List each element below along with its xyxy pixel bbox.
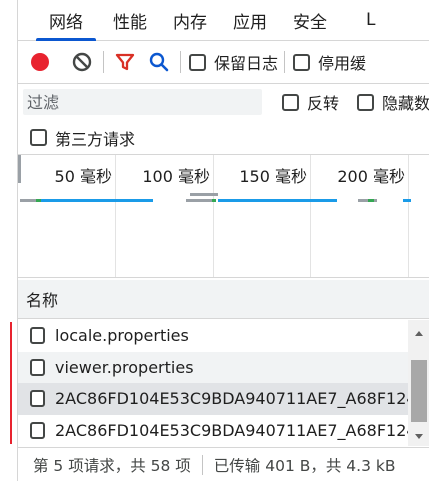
network-overview[interactable]: 50 毫秒 100 毫秒 150 毫秒 200 毫秒: [18, 155, 429, 278]
checkbox-box[interactable]: [30, 129, 47, 146]
grid-line: [115, 155, 116, 277]
toolbar-divider: [103, 51, 104, 73]
name-header-label: 名称: [26, 291, 59, 310]
timeline-bar: [358, 199, 368, 202]
request-name: 2AC86FD104E53C9BDA940711AE7_A68F124: [55, 420, 410, 440]
filter-input[interactable]: [23, 89, 262, 115]
red-selection-marker: [10, 322, 12, 444]
invert-label: 反转: [306, 94, 339, 113]
third-party-checkbox[interactable]: 第三方请求: [30, 126, 135, 150]
hide-data-urls-label: 隐藏数: [381, 94, 429, 113]
search-icon: [149, 52, 169, 72]
timeline-bar: [218, 199, 337, 202]
resource-type-icon: [30, 327, 45, 345]
disable-cache-label: 停用缓: [318, 54, 367, 73]
scroll-up-button[interactable]: [408, 324, 429, 342]
timeline-bar: [20, 199, 36, 202]
request-name: 2AC86FD104E53C9BDA940711AE7_A68F124: [55, 389, 410, 409]
tab-performance[interactable]: 性能: [100, 0, 160, 40]
record-button[interactable]: [25, 47, 55, 77]
scroll-down-arrow-icon: [415, 434, 423, 439]
request-name: locale.properties: [55, 326, 189, 346]
toolbar-divider: [284, 51, 286, 73]
network-status-bar: 第 5 项请求，共 58 项 已传输 401 B，共 4.3 kB: [18, 447, 429, 481]
invert-checkbox[interactable]: 反转: [281, 90, 339, 114]
third-party-label: 第三方请求: [55, 129, 136, 149]
grid-line: [213, 155, 214, 277]
timeline-bar: [41, 199, 153, 202]
disable-cache-checkbox[interactable]: 停用缓: [293, 50, 366, 74]
overview-drag-handle[interactable]: [18, 155, 21, 183]
timeline-tick: 150 毫秒: [239, 167, 307, 186]
request-count: 第 5 项请求，共 58 项: [33, 456, 191, 475]
filter-icon: [115, 53, 135, 71]
tab-security[interactable]: 安全: [280, 0, 340, 40]
checkbox-box[interactable]: [293, 53, 311, 71]
third-party-row: 第三方请求: [18, 121, 429, 155]
timeline-bar: [212, 199, 216, 202]
preserve-log-label: 保留日志: [214, 54, 279, 73]
resource-type-icon: [30, 390, 45, 408]
tab-network[interactable]: 网络: [32, 0, 100, 41]
name-column-header[interactable]: 名称: [18, 280, 429, 319]
request-row[interactable]: locale.properties: [18, 320, 410, 352]
filter-button[interactable]: [110, 47, 140, 77]
clear-button[interactable]: [67, 47, 97, 77]
request-list: locale.properties viewer.properties 2AC8…: [18, 320, 410, 446]
hide-data-urls-checkbox[interactable]: 隐藏数: [356, 90, 429, 114]
preserve-log-checkbox[interactable]: 保留日志: [189, 50, 278, 74]
clear-icon: [72, 52, 92, 72]
grid-line: [408, 155, 409, 277]
request-row[interactable]: viewer.properties: [18, 351, 410, 383]
toolbar-divider: [180, 51, 181, 73]
scroll-up-arrow-icon: [415, 331, 423, 336]
resource-type-icon: [30, 358, 45, 376]
checkbox-box[interactable]: [356, 93, 374, 111]
tab-memory[interactable]: 内存: [160, 0, 220, 40]
timeline-bar: [190, 193, 218, 196]
timeline-tick: 100 毫秒: [142, 167, 210, 186]
timeline-bar: [186, 199, 212, 202]
scroll-down-button[interactable]: [408, 428, 429, 446]
page-strip: [0, 0, 17, 481]
resource-type-icon: [30, 421, 45, 439]
filter-row: 反转 隐藏数: [18, 85, 429, 119]
timeline-bar: [403, 199, 411, 202]
tab-lighthouse[interactable]: L: [340, 0, 380, 40]
status-divider: [201, 454, 203, 475]
search-button[interactable]: [144, 47, 174, 77]
checkbox-box[interactable]: [281, 93, 299, 111]
devtools-tabs: 网络 性能 内存 应用 安全 L: [18, 0, 429, 41]
tab-application[interactable]: 应用: [220, 0, 280, 40]
timeline-tick: 200 毫秒: [337, 167, 405, 186]
record-icon: [31, 53, 49, 71]
request-list-scrollbar[interactable]: [408, 320, 429, 446]
request-name: viewer.properties: [55, 357, 194, 377]
network-toolbar: 保留日志 停用缓: [18, 41, 429, 84]
request-row[interactable]: 2AC86FD104E53C9BDA940711AE7_A68F124: [18, 415, 410, 447]
timeline-tick: 50 毫秒: [54, 167, 112, 186]
transferred-size: 已传输 401 B，共 4.3 kB: [213, 456, 396, 475]
scrollbar-thumb[interactable]: [411, 360, 427, 422]
network-panel: 网络 性能 内存 应用 安全 L 保留日志 停用缓 过滤 反转 隐藏数 第三方请…: [17, 0, 429, 481]
timeline-bar: [374, 199, 377, 202]
grid-line: [310, 155, 311, 277]
checkbox-box[interactable]: [189, 53, 206, 71]
request-row[interactable]: 2AC86FD104E53C9BDA940711AE7_A68F124: [18, 383, 410, 415]
